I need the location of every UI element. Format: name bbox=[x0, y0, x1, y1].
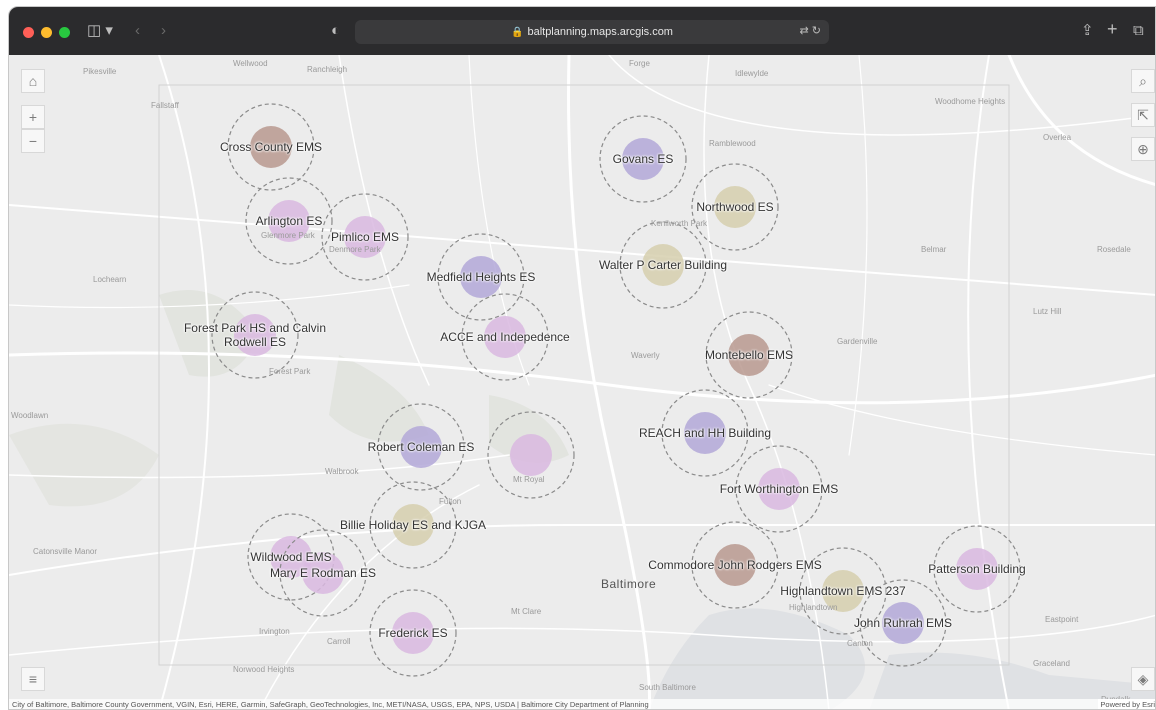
place-label-4: Idlewylde bbox=[735, 69, 769, 78]
translate-reload-icon[interactable]: ⇄ ↻ bbox=[800, 24, 822, 37]
search-button[interactable]: ⌕ bbox=[1131, 69, 1155, 93]
facility-label-11[interactable]: Robert Coleman ES bbox=[368, 440, 475, 454]
tab-overview-icon[interactable]: ⧉ bbox=[1133, 21, 1144, 41]
list-icon: ≡ bbox=[28, 671, 38, 687]
locate-button[interactable]: ⊕ bbox=[1131, 137, 1155, 161]
zoom-window-button[interactable] bbox=[59, 27, 70, 38]
crosshair-icon: ⊕ bbox=[1137, 140, 1149, 157]
facility-label-1[interactable]: Govans ES bbox=[613, 152, 674, 166]
map-attribution: City of Baltimore, Baltimore County Gove… bbox=[9, 699, 1155, 709]
minus-icon: − bbox=[28, 133, 38, 149]
facility-marker-12[interactable] bbox=[510, 434, 552, 476]
facility-label-13[interactable]: Fort Worthington EMS bbox=[720, 482, 839, 496]
place-label-30: Norwood Heights bbox=[233, 665, 295, 674]
privacy-shield-icon[interactable]: ◐ bbox=[331, 21, 340, 41]
facility-label-3[interactable]: Arlington ES bbox=[256, 214, 323, 228]
place-label-7: Ramblewood bbox=[709, 139, 756, 148]
address-bar-url: baltplanning.maps.arcgis.com bbox=[527, 26, 673, 38]
home-button[interactable]: ⌂ bbox=[21, 69, 45, 93]
new-tab-icon[interactable]: + bbox=[1107, 19, 1118, 39]
share-out-icon: ⇱ bbox=[1137, 106, 1149, 123]
place-label-14: Lochearn bbox=[93, 275, 127, 284]
facility-label-14[interactable]: Billie Holiday ES and KJGA bbox=[340, 518, 486, 532]
address-bar[interactable]: 🔒 baltplanning.maps.arcgis.com ⇄ ↻ bbox=[355, 20, 829, 44]
zoom-in-button[interactable]: + bbox=[21, 105, 45, 129]
place-label-10: Kenilworth Park bbox=[651, 219, 708, 228]
back-arrow-icon[interactable]: ‹ bbox=[135, 21, 140, 41]
place-label-11: Denmore Park bbox=[329, 245, 381, 254]
place-label-27: Irvington bbox=[259, 627, 290, 636]
search-icon: ⌕ bbox=[1139, 72, 1147, 89]
place-label-23: Catonsville Manor bbox=[33, 547, 98, 556]
facility-label-21[interactable]: Frederick ES bbox=[378, 626, 447, 640]
place-label-22: Fulton bbox=[439, 497, 462, 506]
place-label-1: Wellwood bbox=[233, 59, 268, 68]
place-label-21: Mt Royal bbox=[513, 475, 545, 484]
facility-label-15[interactable]: Wildwood EMS bbox=[250, 550, 331, 564]
forward-arrow-icon[interactable]: › bbox=[161, 21, 166, 41]
place-label-15: Lutz Hill bbox=[1033, 307, 1062, 316]
layers-icon: ◈ bbox=[1137, 670, 1149, 687]
facility-label-6[interactable]: Medfield Heights ES bbox=[427, 270, 536, 284]
map-view[interactable]: Pikesville Wellwood Ranchleigh Forge Idlewyl… bbox=[9, 55, 1155, 709]
place-label-26: Eastpoint bbox=[1045, 615, 1079, 624]
place-label-8: Overlea bbox=[1043, 133, 1072, 142]
place-label-5: Woodhome Heights bbox=[935, 97, 1006, 106]
facility-label-17[interactable]: Commodore John Rodgers EMS bbox=[648, 558, 821, 572]
place-label-16: Gardenville bbox=[837, 337, 878, 346]
facility-label-18[interactable]: Patterson Building bbox=[928, 562, 1025, 576]
facility-label-5[interactable]: Walter P Carter Building bbox=[599, 258, 727, 272]
place-label-31: Graceland bbox=[1033, 659, 1070, 668]
place-label-3: Forge bbox=[629, 59, 650, 68]
sidebar-toggle-icon[interactable]: ◫ ▾ bbox=[87, 21, 113, 41]
browser-window: ◫ ▾ ‹ › ◐ 🔒 baltplanning.maps.arcgis.com… bbox=[8, 6, 1156, 710]
place-label-18: Forest Park bbox=[269, 367, 311, 376]
close-window-button[interactable] bbox=[23, 27, 34, 38]
place-label-6: Fallstaff bbox=[151, 101, 179, 110]
facility-label-8[interactable]: ACCE and Indepedence bbox=[440, 330, 569, 344]
zoom-out-button[interactable]: − bbox=[21, 129, 45, 153]
place-label-9: Glenmore Park bbox=[261, 231, 315, 240]
basemap bbox=[9, 55, 1155, 709]
place-label-19: Woodlawn bbox=[11, 411, 49, 420]
place-label-25: Mt Clare bbox=[511, 607, 542, 616]
layers-button[interactable]: ◈ bbox=[1131, 667, 1155, 691]
major-place-label-0: Baltimore bbox=[601, 577, 657, 591]
place-label-29: Canton bbox=[847, 639, 873, 648]
share-map-button[interactable]: ⇱ bbox=[1131, 103, 1155, 127]
place-label-17: Waverly bbox=[631, 351, 660, 360]
facility-label-2[interactable]: Northwood ES bbox=[696, 200, 773, 214]
share-icon[interactable]: ⇪ bbox=[1081, 21, 1094, 41]
home-icon: ⌂ bbox=[28, 73, 38, 89]
facility-label-16[interactable]: Mary E Rodman ES bbox=[270, 566, 376, 580]
lock-icon: 🔒 bbox=[511, 26, 524, 38]
facility-label-7[interactable]: Forest Park HS and Calvin Rodwell ES bbox=[170, 321, 340, 349]
place-label-28: Carroll bbox=[327, 637, 351, 646]
browser-titlebar: ◫ ▾ ‹ › ◐ 🔒 baltplanning.maps.arcgis.com… bbox=[9, 7, 1155, 55]
place-label-12: Belmar bbox=[921, 245, 947, 254]
facility-label-19[interactable]: Highlandtown EMS 237 bbox=[780, 584, 905, 598]
place-label-32: South Baltimore bbox=[639, 683, 696, 692]
place-label-24: Highlandtown bbox=[789, 603, 838, 612]
facility-label-9[interactable]: Montebello EMS bbox=[705, 348, 793, 362]
place-label-2: Ranchleigh bbox=[307, 65, 348, 74]
minimize-window-button[interactable] bbox=[41, 27, 52, 38]
place-label-13: Rosedale bbox=[1097, 245, 1131, 254]
powered-by-esri[interactable]: Powered by Esri bbox=[1098, 699, 1155, 709]
plus-icon: + bbox=[28, 109, 38, 125]
place-label-20: Walbrook bbox=[325, 467, 359, 476]
facility-label-20[interactable]: John Ruhrah EMS bbox=[854, 616, 952, 630]
facility-label-4[interactable]: Pimlico EMS bbox=[331, 230, 399, 244]
legend-button[interactable]: ≡ bbox=[21, 667, 45, 691]
facility-label-0[interactable]: Cross County EMS bbox=[220, 140, 322, 154]
place-label-0: Pikesville bbox=[83, 67, 117, 76]
facility-label-10[interactable]: REACH and HH Building bbox=[639, 426, 771, 440]
